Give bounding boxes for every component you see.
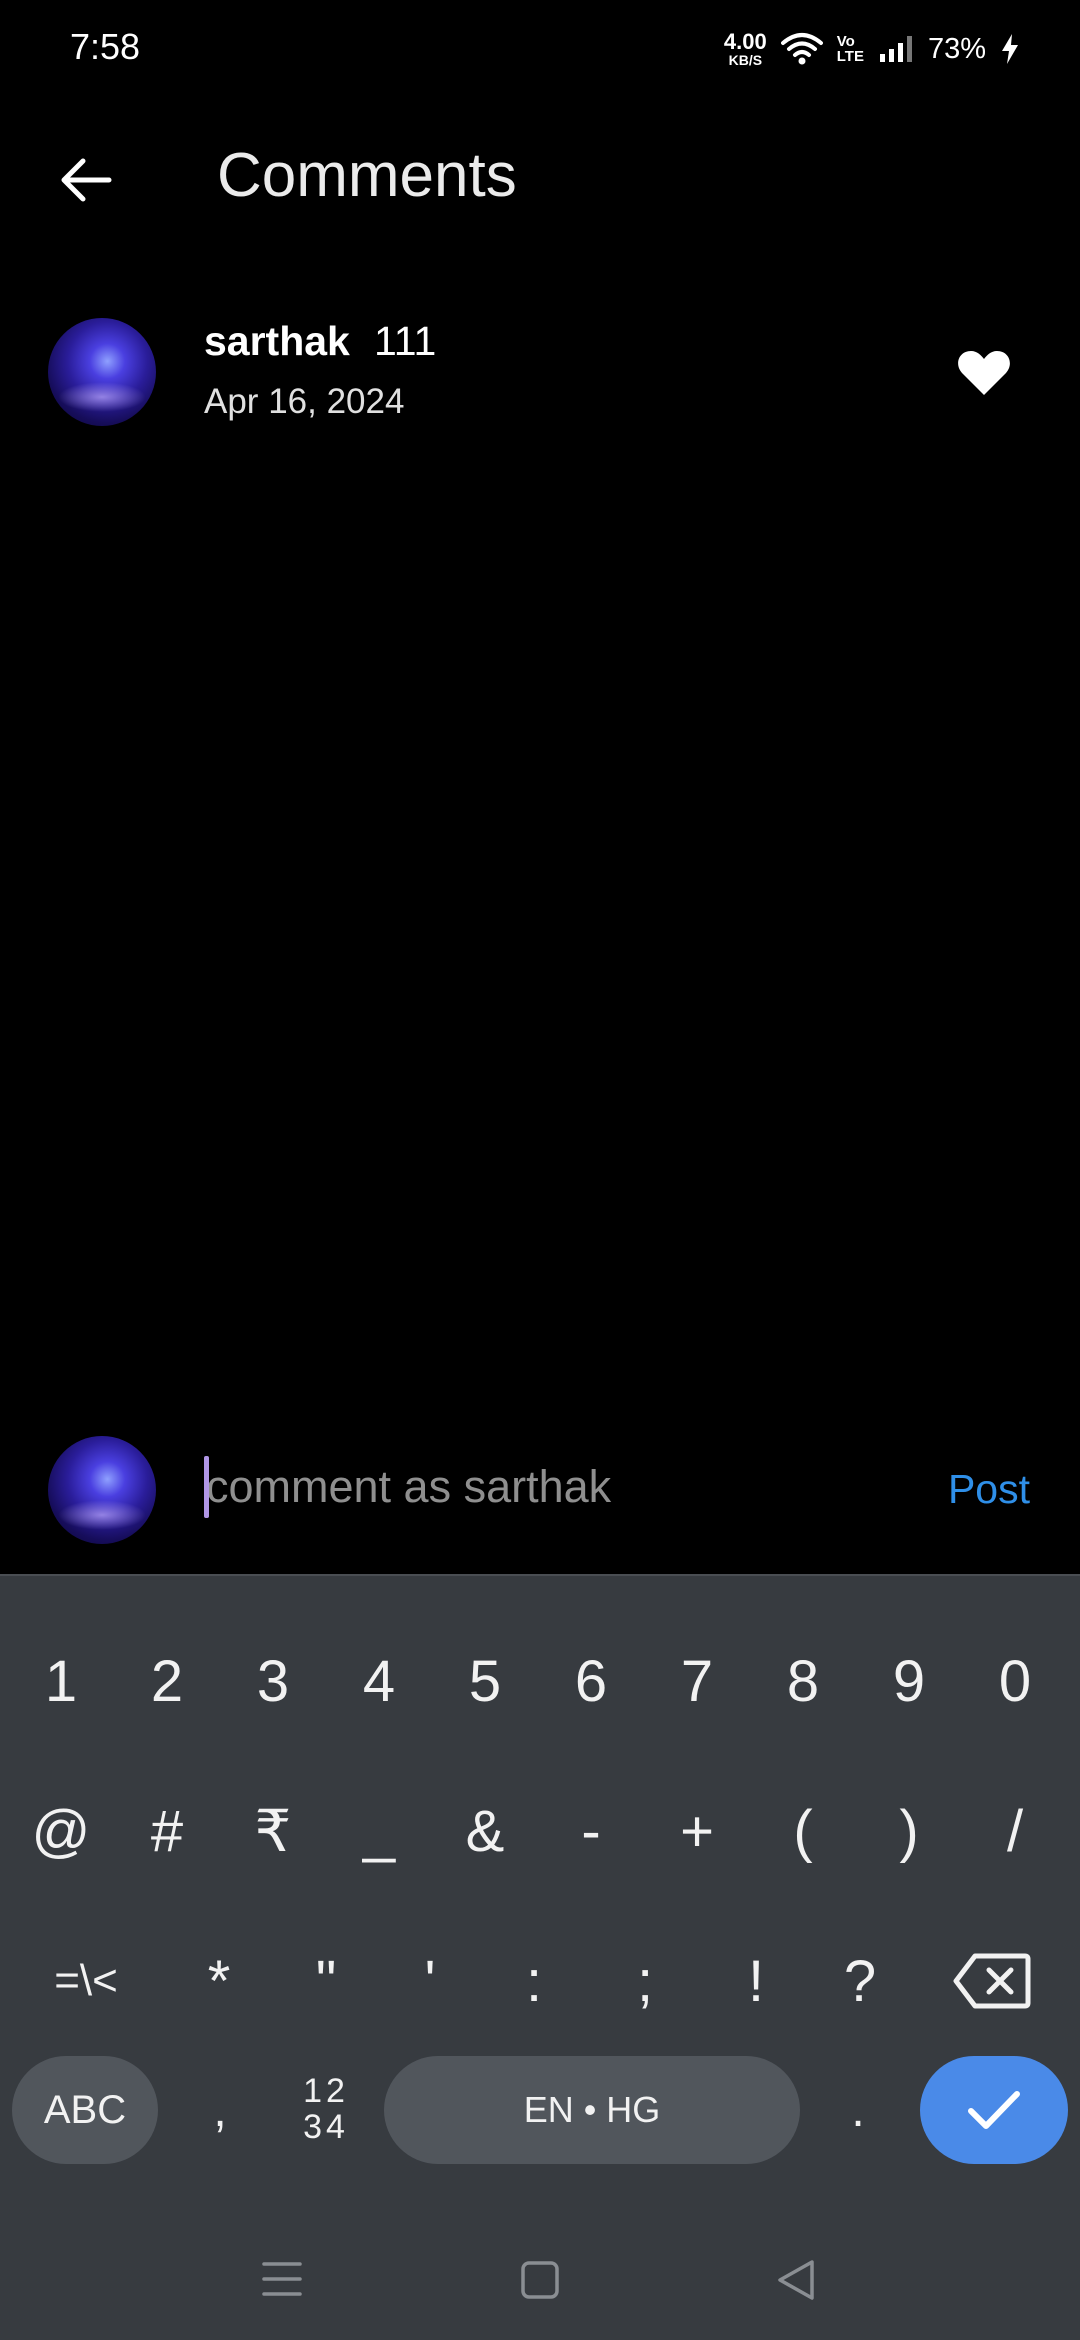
keyboard: 1 2 3 4 5 6 7 8 9 0 @ # ₹ _ & - + ( ) / … xyxy=(0,1574,1080,2340)
key-8[interactable]: 8 xyxy=(750,1626,856,1736)
key-asterisk[interactable]: * xyxy=(164,1926,274,2036)
key-hash[interactable]: # xyxy=(114,1776,220,1886)
comment-username[interactable]: sarthak xyxy=(204,318,350,365)
key-colon[interactable]: : xyxy=(482,1926,586,2036)
key-slash[interactable]: / xyxy=(962,1776,1068,1886)
menu-icon[interactable] xyxy=(262,2260,302,2298)
abc-key[interactable]: ABC xyxy=(12,2056,158,2164)
numpad-top: 12 xyxy=(303,2072,349,2111)
key-double-quote[interactable]: " xyxy=(274,1926,378,2036)
key-6[interactable]: 6 xyxy=(538,1626,644,1736)
key-underscore[interactable]: _ xyxy=(326,1776,432,1886)
comment-date: Apr 16, 2024 xyxy=(204,382,405,421)
key-4[interactable]: 4 xyxy=(326,1626,432,1736)
backspace-icon xyxy=(953,1953,1031,2009)
numpad-key[interactable]: 12 34 xyxy=(276,2056,376,2164)
key-exclamation[interactable]: ! xyxy=(704,1926,808,2036)
home-icon[interactable] xyxy=(520,2260,560,2300)
volte-top: Vo xyxy=(836,33,855,50)
heart-icon[interactable] xyxy=(956,348,1012,398)
key-single-quote[interactable]: ' xyxy=(378,1926,482,2036)
key-at[interactable]: @ xyxy=(8,1776,114,1886)
battery-percent: 73% xyxy=(927,32,986,65)
post-button[interactable]: Post xyxy=(948,1466,1030,1513)
key-period[interactable]: . xyxy=(808,2056,908,2164)
status-icons: 4.00 KB/S Vo LTE 73% xyxy=(724,26,1020,72)
network-speed: 4.00 KB/S xyxy=(723,29,767,68)
volte-indicator: Vo LTE xyxy=(837,34,864,64)
network-speed-unit: KB/S xyxy=(728,52,763,68)
comment-item: sarthak 111 Apr 16, 2024 xyxy=(0,312,1080,442)
wifi-icon xyxy=(780,33,823,65)
comment-text: 111 xyxy=(374,318,437,364)
key-2[interactable]: 2 xyxy=(114,1626,220,1736)
key-open-paren[interactable]: ( xyxy=(750,1776,856,1886)
key-close-paren[interactable]: ) xyxy=(856,1776,962,1886)
signal-icon xyxy=(879,36,912,62)
text-cursor xyxy=(204,1456,209,1518)
key-7[interactable]: 7 xyxy=(644,1626,750,1736)
key-ampersand[interactable]: & xyxy=(432,1776,538,1886)
page-title: Comments xyxy=(217,141,517,210)
key-minus[interactable]: - xyxy=(538,1776,644,1886)
key-rupee[interactable]: ₹ xyxy=(220,1776,326,1886)
status-bar: 7:58 4.00 KB/S Vo LTE 73% xyxy=(0,0,1080,96)
backspace-key[interactable] xyxy=(930,1926,1054,2036)
space-key[interactable]: EN • HG xyxy=(384,2056,800,2164)
checkmark-icon xyxy=(968,2091,1020,2129)
key-more-symbols[interactable]: =\< xyxy=(8,1926,164,2036)
avatar[interactable] xyxy=(48,318,156,426)
enter-key[interactable] xyxy=(920,2056,1068,2164)
composer-avatar xyxy=(48,1436,156,1544)
back-icon[interactable] xyxy=(776,2258,816,2302)
key-3[interactable]: 3 xyxy=(220,1626,326,1736)
key-semicolon[interactable]: ; xyxy=(586,1926,704,2036)
numpad-bottom: 34 xyxy=(303,2108,349,2146)
comment-composer: Post xyxy=(0,1430,1080,1570)
status-time: 7:58 xyxy=(70,26,141,67)
key-question[interactable]: ? xyxy=(808,1926,912,2036)
app-bar: Comments xyxy=(0,120,1080,240)
network-speed-value: 4.00 xyxy=(723,29,767,54)
key-comma[interactable]: , xyxy=(170,2056,270,2164)
key-0[interactable]: 0 xyxy=(962,1626,1068,1736)
key-5[interactable]: 5 xyxy=(432,1626,538,1736)
key-plus[interactable]: + xyxy=(644,1776,750,1886)
volte-bottom: LTE xyxy=(836,48,864,65)
back-button[interactable] xyxy=(46,150,126,210)
arrow-left-icon xyxy=(61,158,112,202)
charging-icon xyxy=(1002,34,1018,64)
comment-input[interactable] xyxy=(204,1452,904,1522)
key-9[interactable]: 9 xyxy=(856,1626,962,1736)
key-1[interactable]: 1 xyxy=(8,1626,114,1736)
